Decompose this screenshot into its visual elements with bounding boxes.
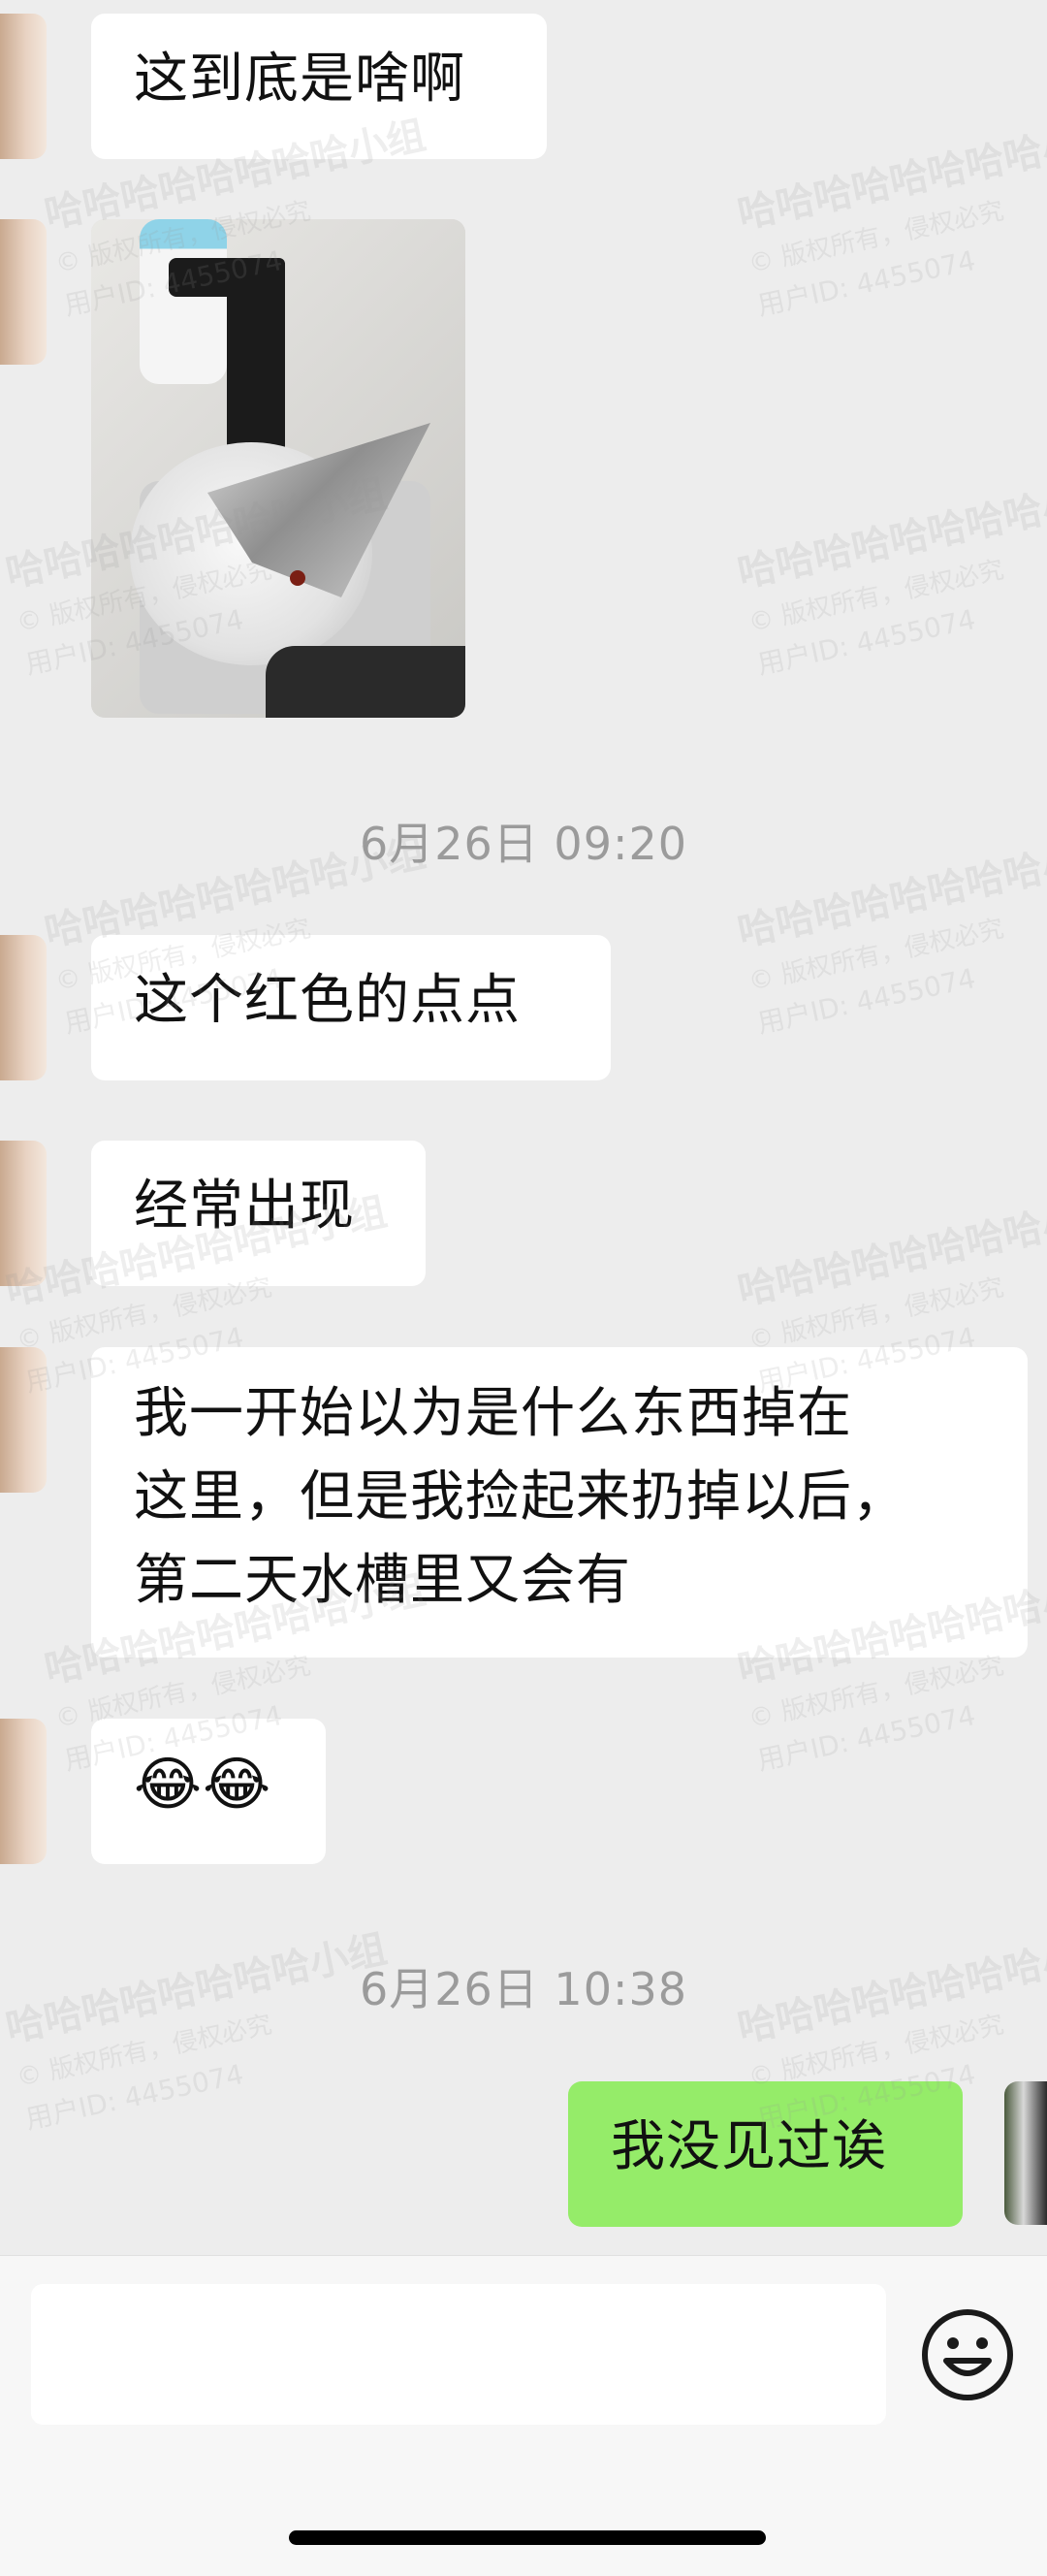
home-indicator[interactable] [289, 2530, 766, 2545]
smiley-face-icon [922, 2309, 1013, 2400]
watermark-layer: 哈哈哈哈哈哈哈哈小组 © 版权所有，侵权必究 用户ID: 4455074 哈哈哈… [2, 113, 1047, 2136]
message-input[interactable] [31, 2284, 886, 2425]
emoji-button[interactable] [919, 2306, 1016, 2403]
